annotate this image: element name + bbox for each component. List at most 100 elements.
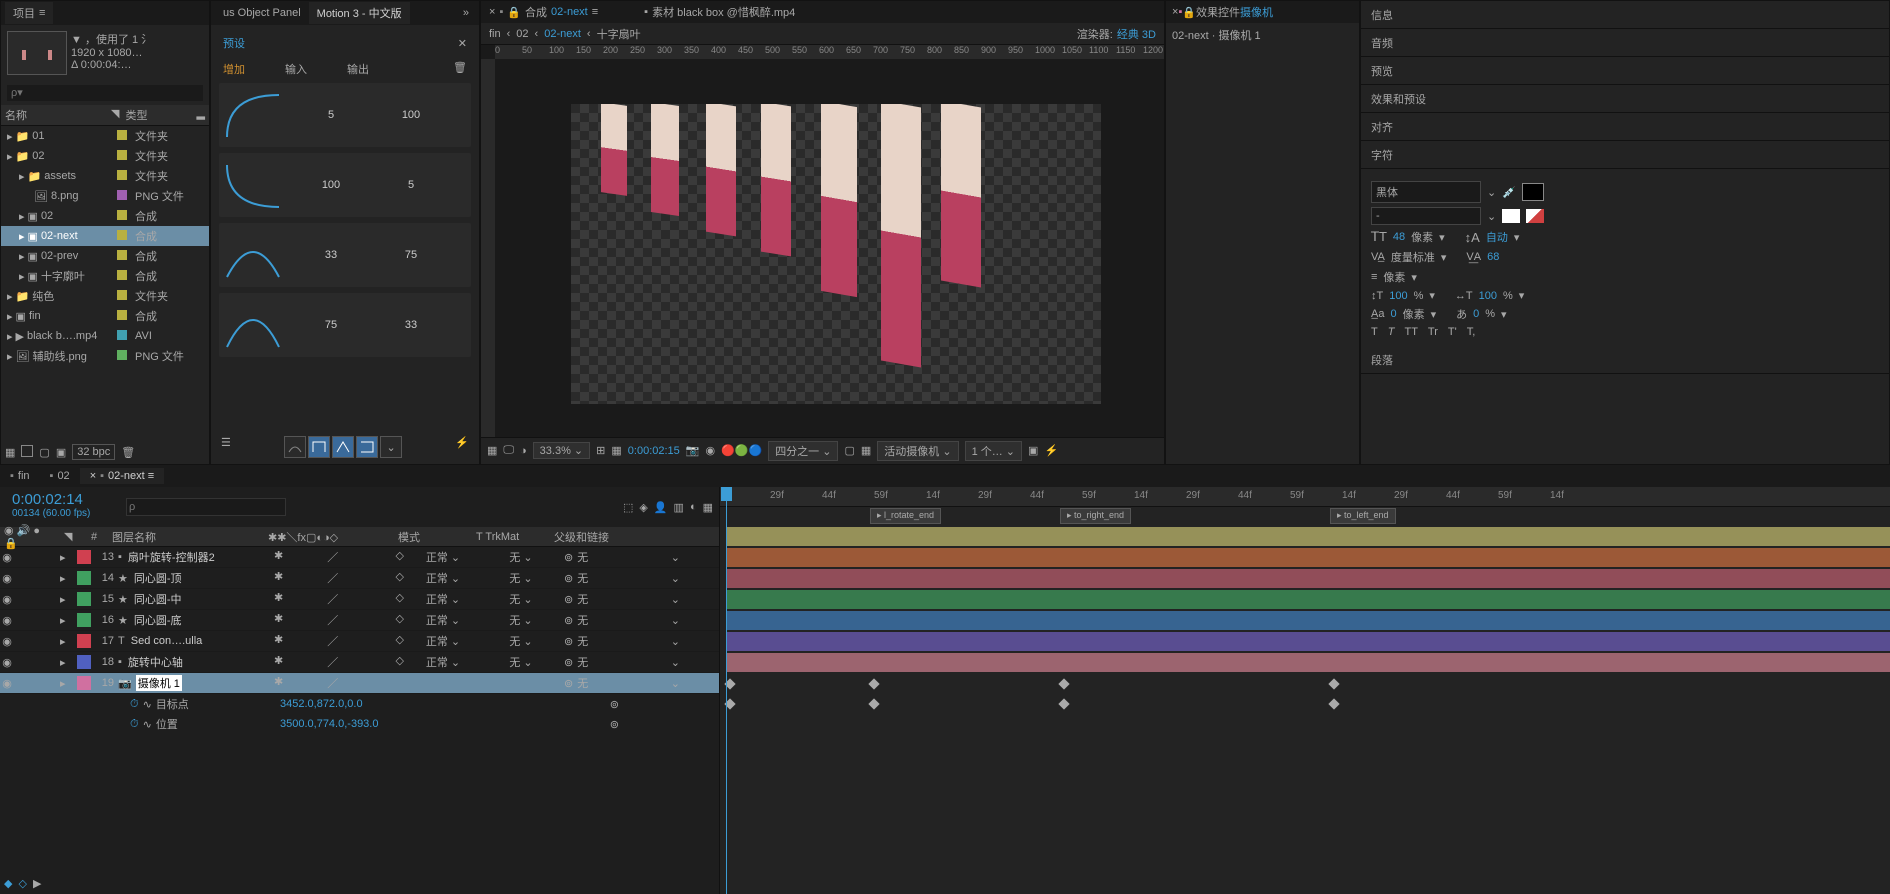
hierarchy-icon[interactable]: ▂	[197, 107, 205, 123]
comp-marker[interactable]: ▸ to_left_end	[1330, 508, 1396, 524]
project-item[interactable]: ▸▣十字廓叶合成	[1, 266, 209, 286]
keyframe[interactable]	[868, 678, 879, 689]
col-name[interactable]: 名称	[5, 107, 111, 123]
kf-nav-prev-icon[interactable]: ◆	[4, 877, 12, 890]
guides-icon[interactable]: ▦	[861, 444, 871, 457]
kf-nav-next-icon[interactable]: ◇	[18, 877, 26, 890]
timeline-layer[interactable]: ◉▸17TSed con….ulla✱／◇正常 ⌄无 ⌄⊚无⌄	[0, 631, 719, 652]
ease-both-icon[interactable]	[332, 436, 354, 458]
renderer-value[interactable]: 经典 3D	[1117, 26, 1156, 42]
leading-value[interactable]: 自动	[1486, 229, 1508, 245]
menu-icon[interactable]: ☰	[221, 436, 231, 458]
timeline-layer[interactable]: ◉▸16★同心圆-底✱／◇正常 ⌄无 ⌄⊚无⌄	[0, 610, 719, 631]
effctl-tab[interactable]: 效果控件	[1196, 4, 1240, 20]
hide-shy-icon[interactable]: 👤	[654, 501, 668, 514]
zoom-dropdown[interactable]: 33.3% ⌄	[533, 442, 590, 459]
channel-icon[interactable]: ◉	[705, 444, 715, 457]
vscale-value[interactable]: 100	[1389, 290, 1407, 302]
layer-bar[interactable]	[726, 527, 1890, 546]
snapshot-icon[interactable]: 📷	[686, 444, 700, 457]
bpc-toggle[interactable]	[21, 445, 33, 460]
timeline-layer[interactable]: ◉▸15★同心圆-中✱／◇正常 ⌄无 ⌄⊚无⌄	[0, 589, 719, 610]
crumb-02[interactable]: 02	[516, 28, 528, 40]
roi-icon[interactable]: ▢	[844, 444, 854, 457]
hscale-value[interactable]: 100	[1479, 290, 1497, 302]
keyframe[interactable]	[1058, 678, 1069, 689]
layer-bar[interactable]	[726, 569, 1890, 588]
frame-blend-icon[interactable]: ▥	[674, 501, 684, 514]
camera-dropdown[interactable]: 活动摄像机 ⌄	[877, 441, 958, 461]
timeline-timecode[interactable]: 0:00:02:14	[12, 491, 108, 508]
new-comp-icon[interactable]: ▣	[56, 446, 66, 459]
timeline-layer[interactable]: ◉▸19📷摄像机 1✱／⊚无⌄	[0, 673, 719, 694]
layer-bar[interactable]	[726, 590, 1890, 609]
text-style-2[interactable]: TT	[1404, 326, 1417, 338]
text-style-4[interactable]: T'	[1448, 326, 1457, 338]
eyedropper-icon[interactable]: 💉	[1502, 186, 1516, 199]
panel-paragraph[interactable]: 段落	[1361, 346, 1889, 374]
bpc-label[interactable]: 32 bpc	[72, 444, 115, 460]
preset-item[interactable]: 1005	[219, 153, 471, 217]
transparency-icon[interactable]: ▦	[611, 444, 621, 457]
timeline-layer[interactable]: ◉▸14★同心圆-顶✱／◇正常 ⌄无 ⌄⊚无⌄	[0, 568, 719, 589]
panel-overflow-icon[interactable]: »	[457, 7, 475, 19]
comp-marker[interactable]: ▸ l_rotate_end	[870, 508, 941, 524]
text-style-1[interactable]: T	[1388, 326, 1395, 338]
timecode-display[interactable]: 0:00:02:15	[628, 445, 680, 457]
layer-bar[interactable]	[726, 611, 1890, 630]
comp-tab[interactable]: × ▪ 🔒 合成 02-next ≡	[481, 2, 606, 22]
chevron-down-icon[interactable]: ⌄	[380, 436, 402, 458]
timeline-layer[interactable]: ◉▸18▪旋转中心轴✱／◇正常 ⌄无 ⌄⊚无⌄	[0, 652, 719, 673]
col-trkmat[interactable]: T TrkMat	[472, 531, 550, 543]
swap-colors-icon[interactable]	[1526, 209, 1544, 223]
kerning-value[interactable]: 度量标准	[1391, 249, 1435, 265]
timeline-tab[interactable]: ▪ 02	[40, 468, 80, 484]
ease-in-icon[interactable]	[308, 436, 330, 458]
layer-bar[interactable]	[726, 548, 1890, 567]
screen-icon[interactable]: 🖵	[503, 444, 514, 457]
fast-preview-icon[interactable]: ⚡	[1044, 444, 1058, 457]
col-switches[interactable]: ✱✱＼fx▢◐◑◇	[264, 529, 394, 545]
crumb-02-next[interactable]: 02-next	[544, 28, 581, 40]
project-search[interactable]	[7, 85, 203, 101]
timeline-tab[interactable]: ▪ fin	[0, 468, 40, 484]
resolution-dropdown[interactable]: 四分之一 ⌄	[768, 441, 838, 461]
col-parent[interactable]: 父级和链接	[550, 529, 670, 545]
text-style-5[interactable]: T,	[1467, 326, 1476, 338]
comp-mini-flowchart-icon[interactable]: ⬚	[623, 501, 633, 514]
color-mgmt-icon[interactable]: 🔴🟢🔵	[721, 444, 762, 457]
comp-marker[interactable]: ▸ to_right_end	[1060, 508, 1131, 524]
project-item[interactable]: ▸▣02合成	[1, 206, 209, 226]
ease-out-icon[interactable]	[356, 436, 378, 458]
timeline-property[interactable]: ⏱∿目标点3452.0,872.0,0.0⊚	[0, 694, 719, 714]
new-folder-icon[interactable]: ▢	[39, 446, 49, 459]
text-style-3[interactable]: Tr	[1428, 326, 1438, 338]
curve-bell-icon[interactable]	[284, 436, 306, 458]
playhead[interactable]	[726, 487, 727, 894]
project-item[interactable]: ▸▣02-next合成	[1, 226, 209, 246]
keyframe[interactable]	[1328, 678, 1339, 689]
project-item[interactable]: 🖼8.pngPNG 文件	[1, 186, 209, 206]
trash-icon[interactable]: 🗑	[453, 61, 467, 77]
col-av[interactable]: ◉ 🔊 ● 🔒	[0, 524, 60, 550]
panel-audio[interactable]: 音频	[1361, 29, 1889, 57]
col-index[interactable]: #	[80, 531, 108, 543]
preset-item[interactable]: 5100	[219, 83, 471, 147]
tab-motion3[interactable]: Motion 3 - 中文版	[309, 2, 410, 24]
timeline-search[interactable]	[126, 498, 286, 516]
marker-track[interactable]: ▸ l_rotate_end ▸ to_right_end ▸ to_left_en…	[720, 507, 1890, 527]
preset-tab-out[interactable]: 输出	[347, 61, 369, 77]
bolt-icon[interactable]: ⚡	[455, 436, 469, 458]
col-type[interactable]: 类型	[125, 107, 147, 123]
stroke-width-value[interactable]: 0	[1390, 308, 1396, 320]
fill-color[interactable]	[1522, 183, 1544, 201]
preset-item[interactable]: 3375	[219, 223, 471, 287]
motion-blur-icon[interactable]: ◐	[690, 501, 697, 514]
close-icon[interactable]: ✕	[458, 37, 467, 50]
kf-play-icon[interactable]: ▶	[33, 877, 41, 890]
project-item[interactable]: ▸📁01文件夹	[1, 126, 209, 146]
panel-effects[interactable]: 效果和预设	[1361, 85, 1889, 113]
crumb-fin[interactable]: fin	[489, 28, 501, 40]
trash-icon[interactable]: 🗑	[121, 446, 135, 459]
timeline-layer[interactable]: ◉▸13▪扇叶旋转-控制器2✱／◇正常 ⌄无 ⌄⊚无⌄	[0, 547, 719, 568]
